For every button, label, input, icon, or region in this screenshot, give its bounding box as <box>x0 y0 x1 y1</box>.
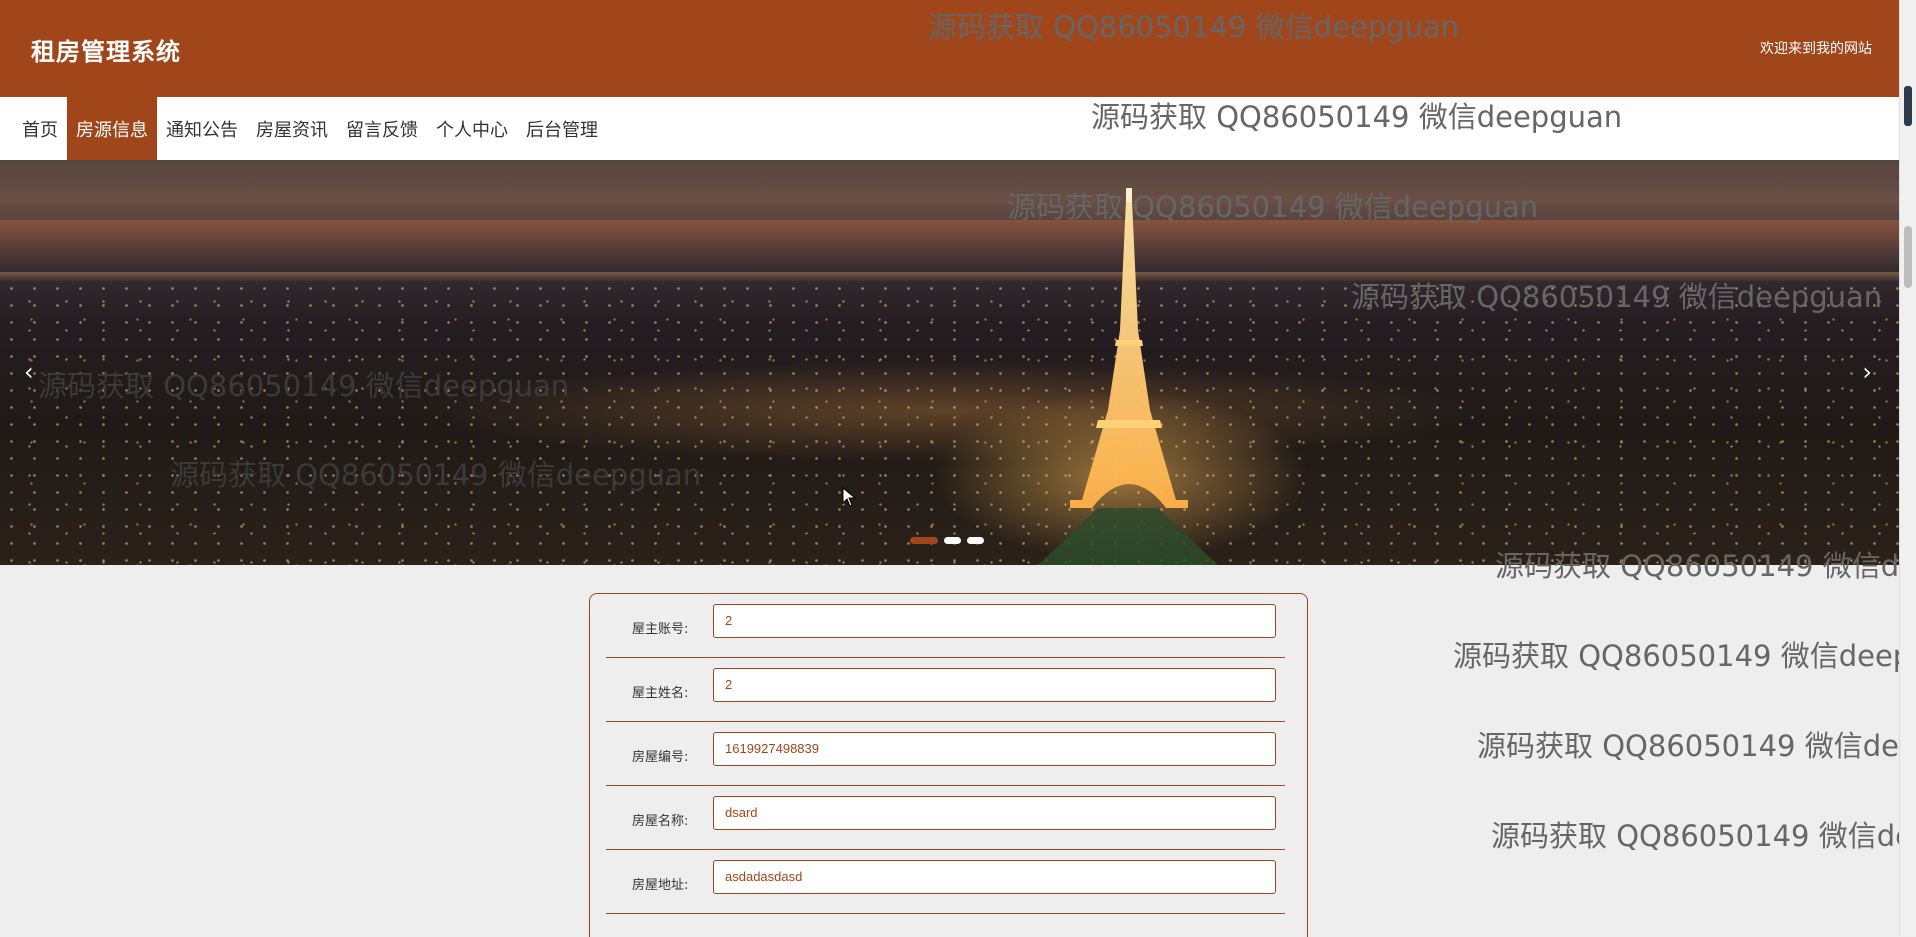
nav-item-listings[interactable]: 房源信息 <box>67 97 157 160</box>
watermark-text: 源码获取 QQ86050149 微信deepguan <box>1491 819 1916 853</box>
banner-city-lights <box>0 280 1900 565</box>
nav-item-home[interactable]: 首页 <box>0 97 67 160</box>
carousel-indicators <box>910 537 984 544</box>
form-row-house-number: 房屋编号: 1619927498839 <box>606 722 1285 786</box>
welcome-text: 欢迎来到我的网站 <box>1760 41 1872 57</box>
scrollbar-marker <box>1904 86 1912 126</box>
owner-account-label: 屋主账号: <box>632 622 689 637</box>
house-name-input[interactable]: dsard <box>713 796 1276 830</box>
carousel-next-button[interactable]: › <box>1862 358 1872 386</box>
owner-account-input[interactable]: 2 <box>713 604 1276 638</box>
carousel-dot[interactable] <box>944 537 961 544</box>
house-address-input[interactable]: asdadasdasd <box>713 860 1276 894</box>
nav-item-notices[interactable]: 通知公告 <box>157 97 247 160</box>
site-title[interactable]: 租房管理系统 <box>31 32 181 67</box>
house-detail-form: 屋主账号: 2 屋主姓名: 2 房屋编号: 1619927498839 房屋名称… <box>589 593 1308 937</box>
owner-name-input[interactable]: 2 <box>713 668 1276 702</box>
watermark-text: 源码获取 QQ86050149 微信deepguan <box>1453 639 1916 673</box>
mouse-pointer-icon <box>842 487 856 507</box>
form-row-house-address: 房屋地址: asdadasdasd <box>606 850 1285 914</box>
nav-item-news[interactable]: 房屋资讯 <box>247 97 337 160</box>
nav-item-user-center[interactable]: 个人中心 <box>427 97 517 160</box>
banner-sky <box>0 220 1900 270</box>
scrollbar-thumb[interactable] <box>1904 226 1912 288</box>
carousel-prev-button[interactable]: ‹ <box>24 358 34 386</box>
house-number-label: 房屋编号: <box>632 750 689 765</box>
form-row-owner-account: 屋主账号: 2 <box>606 594 1285 658</box>
nav-item-admin[interactable]: 后台管理 <box>517 97 607 160</box>
house-name-label: 房屋名称: <box>632 814 689 829</box>
banner-carousel[interactable]: ‹ › <box>0 160 1900 565</box>
nav-item-feedback[interactable]: 留言反馈 <box>337 97 427 160</box>
owner-name-label: 屋主姓名: <box>632 686 689 701</box>
carousel-dot[interactable] <box>910 537 938 544</box>
form-row-house-name: 房屋名称: dsard <box>606 786 1285 850</box>
site-header: 租房管理系统 欢迎来到我的网站 <box>0 0 1900 97</box>
page-scrollbar[interactable] <box>1899 0 1916 936</box>
form-row-owner-name: 屋主姓名: 2 <box>606 658 1285 722</box>
house-number-input[interactable]: 1619927498839 <box>713 732 1276 766</box>
main-nav: 首页 房源信息 通知公告 房屋资讯 留言反馈 个人中心 后台管理 <box>0 97 1900 160</box>
eiffel-tower-image <box>1038 188 1218 565</box>
watermark-text: 源码获取 QQ86050149 微信deepguan <box>1477 729 1916 763</box>
carousel-dot[interactable] <box>967 537 984 544</box>
house-address-label: 房屋地址: <box>632 878 689 893</box>
